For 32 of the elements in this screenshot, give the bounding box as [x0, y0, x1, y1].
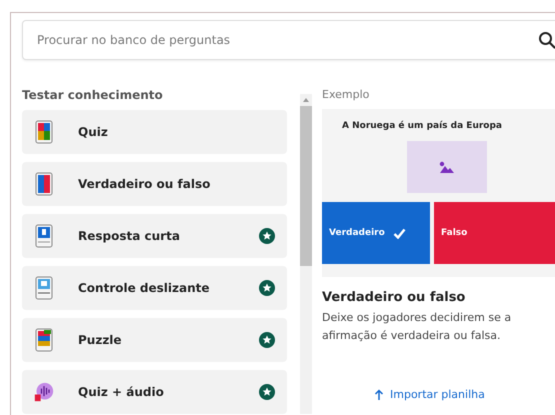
audio-wave-icon: [34, 380, 54, 404]
item-label: Resposta curta: [78, 229, 181, 243]
answer-label: Falso: [441, 228, 468, 238]
answer-label: Verdadeiro: [329, 228, 385, 238]
type-title: Verdadeiro ou falso: [322, 290, 466, 305]
question-type-item[interactable]: Verdadeiro ou falso: [22, 162, 287, 206]
question-text: A Noruega é um país da Europa: [341, 121, 502, 131]
slider-card-icon: [34, 276, 54, 300]
search-field[interactable]: Procurar no banco de perguntas: [22, 20, 555, 60]
question-type-item[interactable]: Controle deslizante: [22, 266, 287, 310]
item-label: Verdadeiro ou falso: [78, 177, 212, 191]
quiz-icon: [34, 120, 54, 144]
item-label: Puzzle: [78, 333, 123, 347]
section-heading: Testar conhecimento: [22, 88, 164, 102]
item-label: Quiz: [78, 125, 109, 139]
question-type-item[interactable]: Quiz + áudio: [22, 370, 287, 414]
question-type-item[interactable]: Resposta curta: [22, 214, 287, 258]
true-false-icon: [34, 172, 54, 196]
text-card-icon: [34, 224, 54, 248]
item-label: Quiz + áudio: [78, 385, 165, 399]
question-type-item[interactable]: Quiz: [22, 110, 287, 154]
item-label: Controle deslizante: [78, 281, 211, 295]
image-icon: [439, 161, 455, 173]
example-heading: Exemplo: [322, 88, 370, 101]
type-description: Deixe os jogadores decidirem se a afirmação é verdadeira ou falsa.: [322, 310, 512, 344]
scrollbar[interactable]: [300, 94, 312, 414]
question-type-item[interactable]: Puzzle: [22, 318, 287, 362]
upload-icon: [374, 388, 384, 401]
scrollbar-thumb[interactable]: [300, 106, 312, 266]
search-icon[interactable]: [538, 31, 555, 49]
puzzle-card-icon: [34, 328, 54, 352]
scroll-up-icon[interactable]: [302, 97, 310, 103]
